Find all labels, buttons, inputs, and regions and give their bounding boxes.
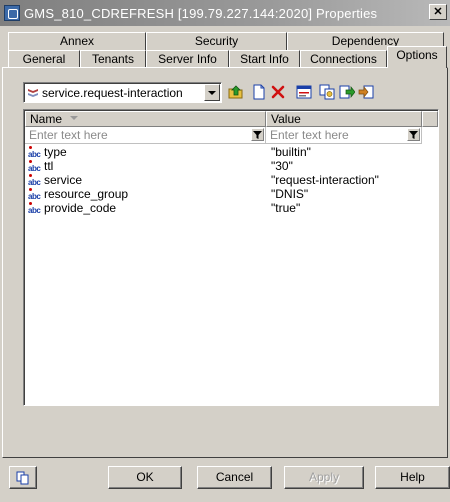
name-filter-input[interactable]: Enter text here: [25, 127, 266, 144]
tab-connections[interactable]: Connections: [300, 50, 387, 68]
close-button[interactable]: ✕: [429, 4, 447, 20]
ok-button[interactable]: OK: [108, 466, 182, 489]
filter-icon[interactable]: [251, 128, 264, 141]
string-type-icon: abc: [28, 146, 43, 159]
tab-label: Server Info: [158, 52, 217, 66]
column-header-filler: [422, 111, 438, 127]
copy-button[interactable]: [9, 466, 37, 489]
options-grid[interactable]: Name Value Enter text here Enter text he…: [23, 109, 439, 406]
copy-icon[interactable]: [319, 84, 335, 100]
column-header-value[interactable]: Value: [266, 111, 422, 127]
section-icon: [28, 89, 38, 97]
tab-general[interactable]: General: [8, 50, 80, 68]
value-filter-input[interactable]: Enter text here: [266, 127, 422, 144]
new-item-icon[interactable]: [251, 84, 267, 100]
option-name: provide_code: [44, 201, 117, 215]
tab-start-info[interactable]: Start Info: [229, 50, 300, 68]
option-value: "request-interaction": [271, 173, 379, 187]
filter-icon[interactable]: [407, 128, 420, 141]
tab-label: Annex: [59, 34, 95, 48]
option-name: ttl: [44, 159, 54, 173]
tab-label: General: [22, 52, 66, 66]
tab-label: Security: [194, 34, 239, 48]
chevron-down-icon[interactable]: [204, 84, 220, 101]
tab-annex[interactable]: Annex: [8, 32, 146, 50]
title-bar: GMS_810_CDREFRESH [199.79.227.144:2020] …: [0, 0, 450, 26]
tab-label: Options: [396, 48, 438, 62]
help-button[interactable]: Help: [375, 466, 450, 489]
option-name: type: [44, 145, 67, 159]
option-value: "30": [271, 159, 293, 173]
option-value: "builtin": [271, 145, 311, 159]
tab-tenants[interactable]: Tenants: [80, 50, 146, 68]
tab-options[interactable]: Options: [387, 46, 447, 68]
tab-label: Start Info: [240, 52, 289, 66]
tab-security[interactable]: Security: [146, 32, 287, 50]
tab-label: Connections: [310, 52, 377, 66]
option-name: service: [44, 173, 83, 187]
option-value: "DNIS": [271, 187, 309, 201]
section-select-value: service.request-interaction: [42, 86, 183, 100]
string-type-icon: abc: [28, 202, 43, 215]
section-select[interactable]: service.request-interaction: [23, 82, 222, 103]
string-type-icon: abc: [28, 160, 43, 173]
properties-icon[interactable]: [296, 84, 312, 100]
copy-icon: [16, 471, 29, 485]
option-name: resource_group: [44, 187, 129, 201]
filter-placeholder: Enter text here: [270, 128, 349, 142]
app-icon: [4, 5, 20, 21]
string-type-icon: abc: [28, 188, 43, 201]
apply-button[interactable]: Apply: [284, 466, 364, 489]
column-header-label: Name: [30, 112, 63, 126]
filter-placeholder: Enter text here: [29, 128, 108, 142]
string-type-icon: abc: [28, 174, 43, 187]
tab-server-info[interactable]: Server Info: [146, 50, 229, 68]
window-title: GMS_810_CDREFRESH [199.79.227.144:2020] …: [24, 5, 378, 21]
import-icon[interactable]: [358, 84, 374, 100]
option-value: "true": [271, 201, 301, 215]
sort-arrow-icon: [70, 116, 78, 120]
folder-up-icon[interactable]: [228, 84, 244, 100]
tab-label: Tenants: [91, 52, 135, 66]
cancel-button[interactable]: Cancel: [197, 466, 272, 489]
column-header-label: Value: [271, 112, 301, 126]
export-icon[interactable]: [339, 84, 355, 100]
delete-icon[interactable]: [270, 84, 286, 100]
column-header-name[interactable]: Name: [25, 111, 266, 127]
